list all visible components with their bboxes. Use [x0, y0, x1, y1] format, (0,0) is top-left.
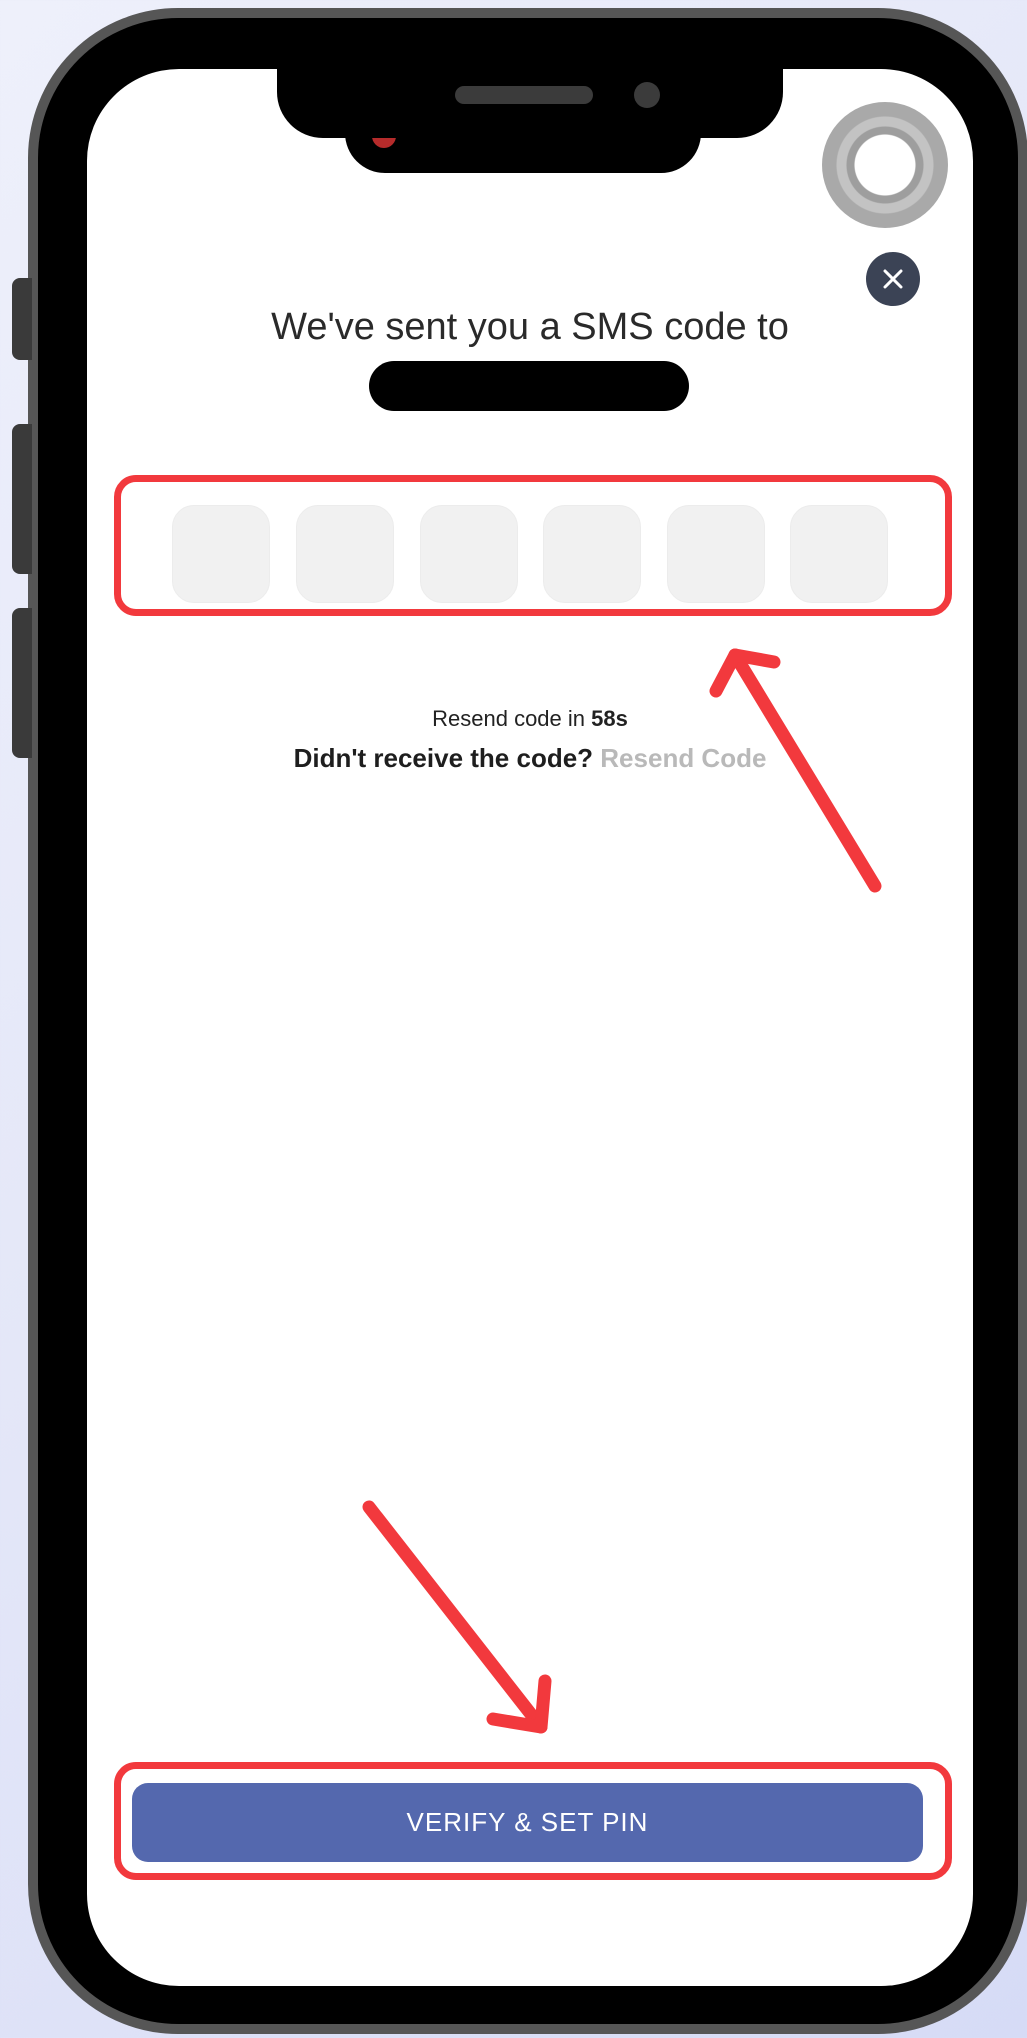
verify-set-pin-button[interactable]: VERIFY & SET PIN: [132, 1783, 923, 1862]
arrow-icon: [362, 1500, 552, 1734]
